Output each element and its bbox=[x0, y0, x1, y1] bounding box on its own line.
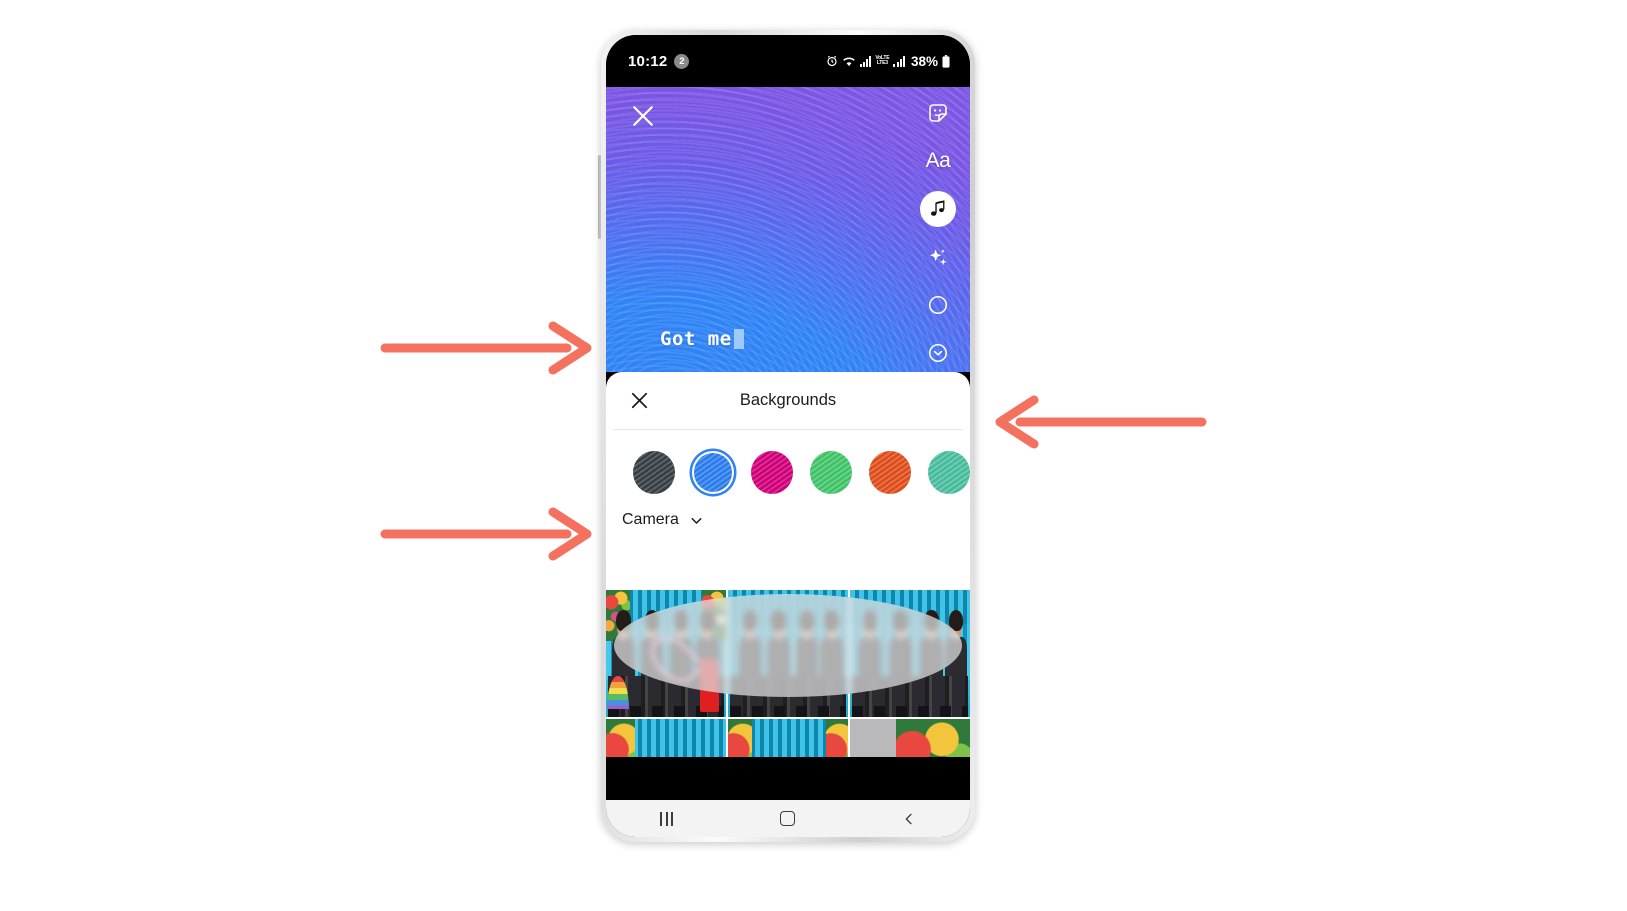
back-icon[interactable] bbox=[882, 804, 936, 834]
swatch-magenta[interactable] bbox=[751, 451, 794, 494]
backgrounds-sheet: Backgrounds Camera bbox=[606, 372, 970, 590]
gallery-thumbnail[interactable] bbox=[728, 719, 848, 757]
text-tool-label: Aa bbox=[925, 149, 951, 172]
backgrounds-sheet-header: Backgrounds bbox=[606, 372, 970, 429]
draw-circle-icon[interactable] bbox=[920, 287, 956, 323]
phone-screen: 10:12 2 VoLTE LTE3 38% Aa Got me Backgro… bbox=[606, 35, 970, 837]
arrow-to-camera-source bbox=[380, 506, 593, 562]
gallery-thumbnail[interactable] bbox=[728, 590, 848, 717]
notification-count-badge: 2 bbox=[674, 53, 690, 69]
gallery-thumbnail[interactable] bbox=[606, 719, 726, 757]
story-text-value: Got me bbox=[660, 328, 732, 350]
arrow-to-backgrounds-panel bbox=[984, 394, 1207, 450]
chevron-down-circle-icon[interactable] bbox=[920, 335, 956, 371]
signal-bars-icon-secondary bbox=[893, 55, 905, 67]
background-swatch-list bbox=[606, 430, 970, 494]
volte-icon: VoLTE LTE3 bbox=[875, 56, 889, 66]
close-icon[interactable] bbox=[628, 101, 658, 131]
backgrounds-sheet-title: Backgrounds bbox=[739, 391, 837, 409]
gallery-thumbnail[interactable] bbox=[606, 590, 726, 717]
media-source-label: Camera bbox=[622, 511, 679, 528]
story-tool-rail: Aa bbox=[920, 95, 956, 371]
swatch-blue[interactable] bbox=[691, 451, 735, 494]
phone-device-frame: 10:12 2 VoLTE LTE3 38% Aa Got me Backgro… bbox=[601, 30, 975, 842]
screenshot-canvas: 10:12 2 VoLTE LTE3 38% Aa Got me Backgro… bbox=[0, 0, 1627, 911]
close-icon[interactable] bbox=[628, 389, 651, 412]
signal-bars-icon bbox=[859, 55, 872, 67]
sticker-icon[interactable] bbox=[920, 95, 956, 131]
android-nav-bar bbox=[606, 800, 970, 837]
swatch-charcoal[interactable] bbox=[633, 451, 675, 494]
arrow-to-story-text bbox=[380, 320, 593, 376]
story-text-overlay[interactable]: Got me bbox=[660, 328, 744, 350]
text-caret bbox=[733, 329, 744, 349]
media-gallery-grid bbox=[606, 590, 970, 757]
sparkles-icon[interactable] bbox=[920, 239, 956, 275]
story-editor-canvas[interactable]: Aa Got me bbox=[606, 87, 970, 372]
chevron-down-icon[interactable] bbox=[688, 512, 705, 529]
wifi-icon bbox=[842, 56, 856, 67]
music-note-icon[interactable] bbox=[920, 191, 956, 227]
swatch-orange[interactable] bbox=[869, 451, 912, 494]
swatch-teal[interactable] bbox=[928, 451, 970, 494]
text-tool-icon[interactable]: Aa bbox=[920, 143, 956, 179]
recents-icon[interactable] bbox=[640, 804, 694, 834]
home-icon[interactable] bbox=[761, 804, 815, 834]
status-bar: 10:12 2 VoLTE LTE3 38% bbox=[606, 35, 970, 87]
swatch-green[interactable] bbox=[810, 451, 853, 494]
status-time: 10:12 bbox=[628, 52, 668, 70]
volte-bottom-label: LTE3 bbox=[876, 60, 888, 66]
gallery-thumbnail[interactable] bbox=[850, 719, 970, 757]
alarm-icon bbox=[826, 55, 838, 67]
battery-icon bbox=[942, 54, 950, 68]
gallery-thumbnail[interactable] bbox=[850, 590, 970, 717]
media-source-selector[interactable]: Camera bbox=[606, 494, 970, 529]
battery-percent-label: 38% bbox=[910, 53, 938, 69]
screen-bottom-gap bbox=[606, 757, 970, 800]
